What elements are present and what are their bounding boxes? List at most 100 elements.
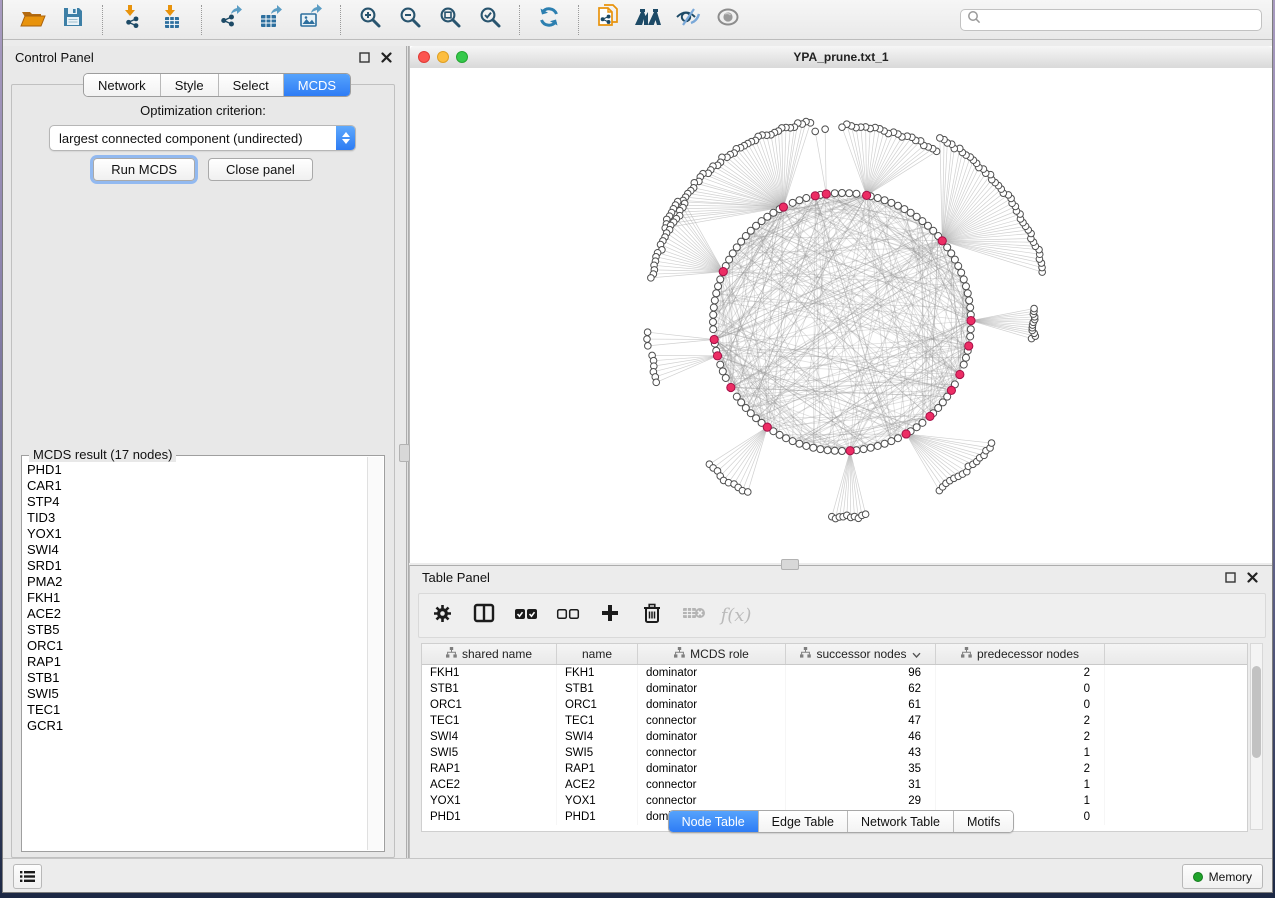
- network-node[interactable]: [789, 438, 796, 445]
- float-table-panel-icon[interactable]: [1222, 569, 1238, 585]
- zoom-fit-button[interactable]: [434, 4, 466, 36]
- network-leaf-node[interactable]: [648, 275, 655, 282]
- mcds-node[interactable]: [965, 342, 973, 350]
- tab-select[interactable]: Select: [219, 74, 284, 96]
- table-row[interactable]: SWI4SWI4dominator462: [422, 729, 1247, 745]
- table-scrollbar[interactable]: [1250, 643, 1263, 830]
- result-node-item[interactable]: STP4: [27, 494, 364, 510]
- network-canvas[interactable]: [410, 68, 1272, 563]
- network-node[interactable]: [710, 311, 717, 318]
- network-leaf-node[interactable]: [822, 126, 829, 133]
- network-leaf-node[interactable]: [744, 489, 751, 496]
- network-node[interactable]: [894, 435, 901, 442]
- network-node[interactable]: [817, 446, 824, 453]
- result-node-item[interactable]: TEC1: [27, 702, 364, 718]
- network-node[interactable]: [789, 199, 796, 206]
- mcds-node[interactable]: [846, 447, 854, 455]
- column-header-MCDS-role[interactable]: MCDS role: [638, 644, 786, 664]
- network-leaf-node[interactable]: [862, 511, 869, 518]
- table-scrollbar-thumb[interactable]: [1252, 666, 1261, 758]
- table-row[interactable]: FKH1FKH1dominator962: [422, 665, 1247, 681]
- mcds-node[interactable]: [811, 192, 819, 200]
- tab-node-table[interactable]: Node Table: [669, 811, 759, 832]
- result-node-item[interactable]: PMA2: [27, 574, 364, 590]
- network-node[interactable]: [960, 276, 967, 283]
- network-node[interactable]: [722, 374, 729, 381]
- table-row[interactable]: YOX1YOX1connector291: [422, 793, 1247, 809]
- network-node[interactable]: [967, 326, 974, 333]
- result-node-item[interactable]: STB5: [27, 622, 364, 638]
- close-panel-button[interactable]: Close panel: [208, 158, 313, 181]
- network-node[interactable]: [783, 435, 790, 442]
- delete-row-button[interactable]: [639, 603, 665, 629]
- tab-style[interactable]: Style: [161, 74, 219, 96]
- result-node-item[interactable]: PHD1: [27, 462, 364, 478]
- zoom-selected-button[interactable]: [474, 4, 506, 36]
- network-window-titlebar[interactable]: YPA_prune.txt_1: [410, 46, 1272, 69]
- tab-mcds[interactable]: MCDS: [284, 74, 350, 96]
- network-node[interactable]: [711, 297, 718, 304]
- run-mcds-button[interactable]: Run MCDS: [93, 158, 195, 181]
- optimization-criterion-select[interactable]: largest connected component (undirected): [49, 125, 356, 151]
- network-node[interactable]: [796, 440, 803, 447]
- mcds-node[interactable]: [938, 237, 946, 245]
- network-leaf-node[interactable]: [1031, 305, 1038, 312]
- network-node[interactable]: [831, 447, 838, 454]
- zoom-out-button[interactable]: [394, 4, 426, 36]
- tab-network-table[interactable]: Network Table: [848, 811, 954, 832]
- table-row[interactable]: ORC1ORC1dominator610: [422, 697, 1247, 713]
- network-leaf-node[interactable]: [937, 135, 944, 142]
- horizontal-splitter-grip[interactable]: [781, 559, 799, 570]
- table-row[interactable]: TEC1TEC1connector472: [422, 713, 1247, 729]
- network-node[interactable]: [776, 431, 783, 438]
- mcds-result-list[interactable]: PHD1CAR1STP4TID3YOX1SWI4SRD1PMA2FKH1ACE2…: [21, 455, 385, 852]
- result-node-item[interactable]: CAR1: [27, 478, 364, 494]
- column-layout-button[interactable]: [471, 603, 497, 629]
- tab-network[interactable]: Network: [84, 74, 161, 96]
- network-node[interactable]: [803, 442, 810, 449]
- network-node[interactable]: [717, 361, 724, 368]
- table-row[interactable]: ACE2ACE2connector311: [422, 777, 1247, 793]
- network-node[interactable]: [944, 244, 951, 251]
- mcds-node[interactable]: [956, 370, 964, 378]
- result-node-item[interactable]: GCR1: [27, 718, 364, 734]
- network-node[interactable]: [839, 190, 846, 197]
- network-node[interactable]: [894, 202, 901, 209]
- graphics-details-button[interactable]: [672, 4, 704, 36]
- network-node[interactable]: [710, 326, 717, 333]
- network-leaf-node[interactable]: [839, 124, 846, 131]
- network-node[interactable]: [888, 199, 895, 206]
- tab-edge-table[interactable]: Edge Table: [759, 811, 848, 832]
- network-node[interactable]: [717, 276, 724, 283]
- network-node[interactable]: [824, 447, 831, 454]
- column-header-shared-name[interactable]: shared name: [422, 644, 557, 664]
- network-node[interactable]: [960, 361, 967, 368]
- hide-graphics-button[interactable]: [712, 4, 744, 36]
- network-node[interactable]: [726, 256, 733, 263]
- network-node[interactable]: [881, 440, 888, 447]
- network-node[interactable]: [860, 446, 867, 453]
- mcds-node[interactable]: [727, 383, 735, 391]
- mcds-node[interactable]: [779, 203, 787, 211]
- result-node-item[interactable]: ACE2: [27, 606, 364, 622]
- network-node[interactable]: [919, 419, 926, 426]
- network-node[interactable]: [881, 197, 888, 204]
- network-leaf-node[interactable]: [653, 379, 660, 386]
- settings-gear-button[interactable]: [429, 603, 455, 629]
- result-node-item[interactable]: SWI5: [27, 686, 364, 702]
- mcds-node[interactable]: [713, 352, 721, 360]
- mcds-node[interactable]: [902, 430, 910, 438]
- result-list-scrollbar[interactable]: [367, 457, 383, 850]
- network-node[interactable]: [964, 290, 971, 297]
- refresh-button[interactable]: [533, 4, 565, 36]
- import-table-button[interactable]: [156, 4, 188, 36]
- add-row-button[interactable]: [597, 603, 623, 629]
- network-node[interactable]: [967, 304, 974, 311]
- network-node[interactable]: [888, 438, 895, 445]
- close-table-panel-icon[interactable]: [1244, 569, 1260, 585]
- task-history-button[interactable]: [13, 864, 42, 889]
- network-node[interactable]: [958, 269, 965, 276]
- result-node-item[interactable]: ORC1: [27, 638, 364, 654]
- save-session-button[interactable]: [57, 4, 89, 36]
- table-row[interactable]: RAP1RAP1dominator352: [422, 761, 1247, 777]
